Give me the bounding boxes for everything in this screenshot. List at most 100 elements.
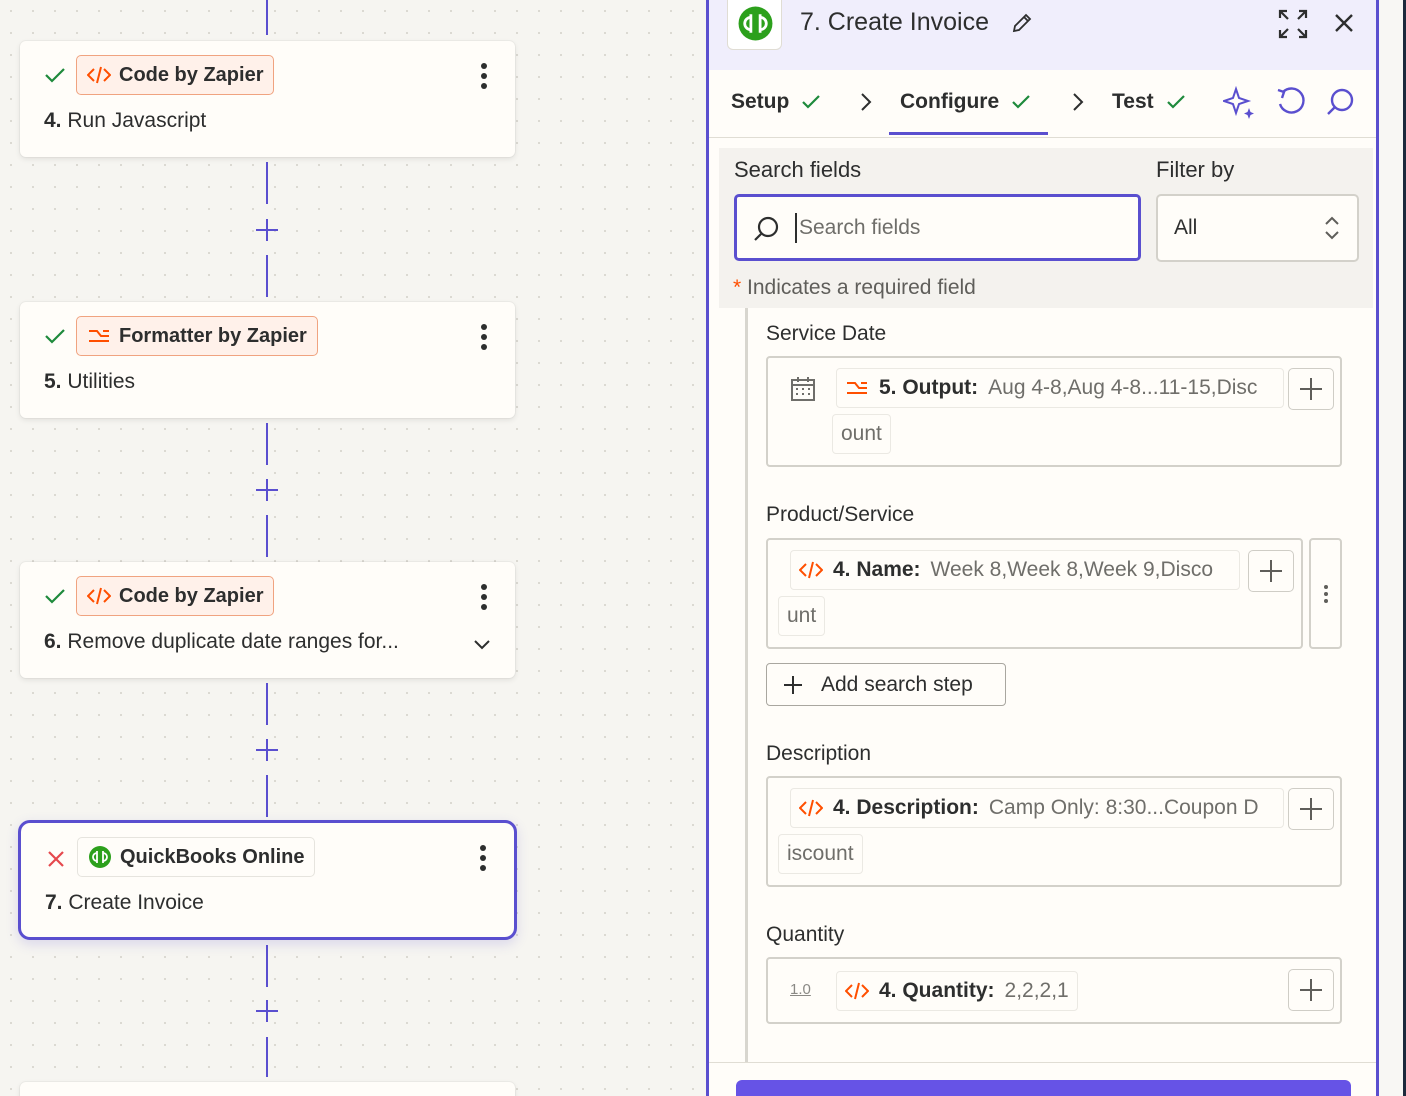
code-icon [87, 587, 111, 605]
connector-line [266, 515, 268, 557]
mapped-value-pill-wrap: ount [832, 414, 891, 454]
filter-selected-value: All [1174, 216, 1198, 239]
description-label: Description [766, 742, 872, 765]
close-icon[interactable] [1333, 12, 1355, 34]
filter-by-select[interactable]: All [1156, 194, 1359, 262]
add-step-plus-icon[interactable] [255, 478, 279, 502]
service-date-field[interactable]: 5. Output: Aug 4-8,Aug 4-8...11-15,Disc o… [766, 356, 1342, 467]
insert-data-plus-button[interactable] [1288, 969, 1334, 1011]
connector-line [266, 423, 268, 465]
tab-setup[interactable]: Setup [731, 90, 821, 114]
number-type-icon: 1.0 [790, 981, 811, 998]
formatter-icon [847, 382, 867, 394]
mapped-value-pill[interactable]: 4. Name: Week 8,Week 8,Week 9,Disco [790, 550, 1240, 590]
quantity-field[interactable]: 1.0 4. Quantity: 2,2,2,1 [766, 957, 1342, 1024]
error-x-icon [48, 851, 64, 867]
active-tab-indicator [889, 132, 1048, 135]
footer-divider [709, 1062, 1376, 1063]
code-icon [87, 66, 111, 84]
ai-sparkle-icon[interactable] [1223, 86, 1257, 120]
mapped-value-pill[interactable]: 4. Quantity: 2,2,2,1 [836, 971, 1078, 1011]
step-card-7[interactable]: QuickBooks Online 7. Create Invoice [18, 820, 517, 940]
step-title: 4. Run Javascript [44, 109, 207, 132]
app-name: Code by Zapier [119, 584, 264, 607]
step-card-6[interactable]: Code by Zapier 6. Remove duplicate date … [20, 562, 515, 678]
app-chip: Formatter by Zapier [76, 316, 318, 356]
more-options-icon[interactable] [481, 324, 487, 350]
insert-data-plus-button[interactable] [1288, 368, 1334, 410]
quickbooks-icon [738, 6, 773, 41]
step-card-5[interactable]: Formatter by Zapier 5. Utilities [20, 302, 515, 418]
quantity-label: Quantity [766, 923, 845, 946]
search-icon [754, 216, 779, 241]
chevron-down-icon[interactable] [473, 638, 491, 650]
field-options-icon[interactable] [1309, 538, 1342, 649]
add-search-step-button[interactable]: Add search step [766, 663, 1006, 706]
tab-configure[interactable]: Configure [900, 90, 1031, 114]
quickbooks-icon [89, 846, 111, 868]
add-step-plus-icon[interactable] [255, 738, 279, 762]
check-icon [45, 329, 65, 344]
app-chip: Code by Zapier [76, 576, 275, 616]
more-options-icon[interactable] [480, 845, 486, 871]
mapped-value-pill[interactable]: 5. Output: Aug 4-8,Aug 4-8...11-15,Disc [836, 368, 1284, 408]
step-card-4[interactable]: Code by Zapier 4. Run Javascript [20, 41, 515, 157]
product-service-label: Product/Service [766, 503, 915, 526]
connector-line [266, 775, 268, 817]
connector-line [266, 255, 268, 297]
step-card-next[interactable] [20, 1082, 515, 1096]
search-fields-input[interactable] [795, 213, 1125, 243]
insert-data-plus-button[interactable] [1248, 550, 1294, 592]
add-step-plus-icon[interactable] [255, 218, 279, 242]
connector-line [266, 945, 268, 987]
code-icon [799, 799, 823, 817]
more-options-icon[interactable] [481, 63, 487, 89]
code-icon [799, 561, 823, 579]
search-fields-input-wrapper[interactable] [734, 194, 1141, 261]
app-chip: QuickBooks Online [77, 837, 316, 877]
panel-title: 7. Create Invoice [800, 8, 989, 36]
add-step-plus-icon[interactable] [255, 999, 279, 1023]
step-title: 6. Remove duplicate date ranges for... [44, 630, 399, 653]
field-search-area: Search fields Filter by All * Indicates … [719, 148, 1373, 308]
search-icon[interactable] [1325, 87, 1355, 117]
step-title: 7. Create Invoice [45, 891, 204, 914]
history-icon[interactable] [1275, 86, 1307, 118]
tab-test[interactable]: Test [1112, 90, 1186, 114]
connector-line [266, 1037, 268, 1077]
chevron-right-icon [1073, 93, 1084, 111]
window-edge [1379, 0, 1406, 1096]
connector-line [266, 162, 268, 204]
connector-line [266, 0, 268, 35]
code-icon [845, 982, 869, 1000]
search-fields-label: Search fields [734, 157, 862, 182]
mapped-value-pill-wrap: iscount [778, 834, 863, 874]
plus-icon [784, 675, 802, 694]
edit-pencil-icon[interactable] [1011, 12, 1033, 34]
mapped-value-pill[interactable]: 4. Description: Camp Only: 8:30...Coupon … [790, 788, 1284, 828]
select-updown-icon [1325, 216, 1339, 240]
more-options-icon[interactable] [481, 584, 487, 610]
panel-header: 7. Create Invoice [709, 0, 1376, 70]
formatter-icon [89, 330, 109, 342]
product-service-field[interactable]: 4. Name: Week 8,Week 8,Week 9,Disco unt [766, 538, 1303, 649]
app-logo [727, 0, 782, 50]
app-name: Formatter by Zapier [119, 324, 307, 347]
required-note: * Indicates a required field [733, 276, 976, 299]
description-field[interactable]: 4. Description: Camp Only: 8:30...Coupon … [766, 776, 1342, 887]
service-date-label: Service Date [766, 322, 887, 345]
app-name: QuickBooks Online [120, 845, 305, 868]
check-icon [1166, 95, 1185, 109]
mapped-value-pill-wrap: unt [778, 596, 826, 636]
connector-line [266, 683, 268, 725]
filter-by-label: Filter by [1156, 157, 1235, 182]
insert-data-plus-button[interactable] [1288, 788, 1334, 830]
app-chip: Code by Zapier [76, 55, 275, 95]
check-icon [45, 68, 65, 83]
check-icon [802, 95, 821, 109]
step-title: 5. Utilities [44, 370, 136, 393]
expand-icon[interactable] [1277, 8, 1309, 40]
calendar-icon [791, 377, 815, 401]
continue-button[interactable] [736, 1080, 1351, 1096]
check-icon [45, 589, 65, 604]
